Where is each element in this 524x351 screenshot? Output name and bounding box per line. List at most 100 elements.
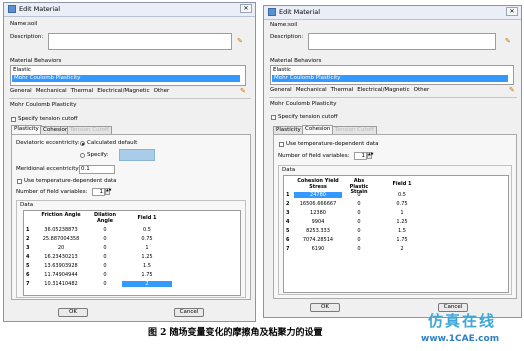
cell-plastic-strain[interactable]: 0 <box>344 192 374 198</box>
behaviors-list[interactable]: Elastic Mohr Coulomb Plasticity <box>270 65 514 85</box>
cell-field1[interactable]: 1.5 <box>380 228 424 234</box>
cell-dilation[interactable]: 0 <box>90 236 120 242</box>
divider <box>9 98 251 99</box>
row-number: 4 <box>286 219 290 225</box>
cell-cohesion-selected[interactable]: 24780 <box>294 192 342 198</box>
edit-pencil-icon[interactable]: ✎ <box>505 38 511 45</box>
cell-cohesion[interactable]: 12380 <box>294 210 342 216</box>
cell-friction[interactable]: 10.31410482 <box>36 281 86 287</box>
data-table[interactable]: Friction Angle Dilation Angle Field 1 1 … <box>23 210 241 296</box>
dialog-title: Edit Material <box>19 5 61 13</box>
temp-dep-checkbox[interactable] <box>279 142 284 147</box>
field-vars-value: 1 <box>99 189 104 195</box>
behavior-item-mohr-coulomb[interactable]: Mohr Coulomb Plasticity <box>272 75 508 82</box>
menu-other[interactable]: Other <box>154 88 170 94</box>
description-field[interactable] <box>48 33 232 50</box>
edit-pencil-icon[interactable]: ✎ <box>237 38 243 45</box>
title-bar: Edit Material ✕ <box>4 3 255 17</box>
cancel-button[interactable]: Cancel <box>438 303 468 312</box>
cell-field1[interactable]: 1 <box>380 210 424 216</box>
delete-behavior-icon[interactable]: ✎ <box>240 88 246 95</box>
close-icon[interactable]: ✕ <box>506 7 518 16</box>
menu-thermal[interactable]: Thermal <box>331 87 354 93</box>
temp-dep-checkbox[interactable] <box>17 179 22 184</box>
cell-cohesion[interactable]: 8253.333 <box>294 228 342 234</box>
tab-plasticity[interactable]: Plasticity <box>273 126 304 134</box>
cell-dilation[interactable]: 0 <box>90 272 120 278</box>
field-vars-input[interactable]: 1 <box>354 152 367 160</box>
delete-behavior-icon[interactable]: ✎ <box>509 87 515 94</box>
behaviors-list[interactable]: Elastic Mohr Coulomb Plasticity <box>10 65 246 86</box>
behavior-item-mohr-coulomb[interactable]: Mohr Coulomb Plasticity <box>12 75 240 82</box>
cell-friction[interactable]: 11.74904944 <box>36 272 86 278</box>
cell-field1[interactable]: 1.75 <box>380 237 424 243</box>
ok-button[interactable]: OK <box>58 308 88 317</box>
behavior-item-elastic[interactable]: Elastic <box>273 67 291 74</box>
field-vars-input[interactable]: 1 <box>92 188 105 196</box>
cancel-button[interactable]: Cancel <box>174 308 204 317</box>
row-number: 6 <box>26 272 30 278</box>
cell-cohesion[interactable]: 7074.28514 <box>294 237 342 243</box>
cell-plastic-strain[interactable]: 0 <box>344 237 374 243</box>
meridional-input[interactable]: 0.1 <box>79 165 115 174</box>
cell-field1[interactable]: 0.5 <box>380 192 424 198</box>
cell-friction[interactable]: 13.63903928 <box>36 263 86 269</box>
field-vars-spinner[interactable]: ▲▼ <box>367 152 373 159</box>
description-field[interactable] <box>308 33 496 50</box>
cell-cohesion[interactable]: 6190 <box>294 246 342 252</box>
cell-field1-selected[interactable]: 2 <box>122 281 172 287</box>
close-icon[interactable]: ✕ <box>240 4 252 13</box>
cell-field1[interactable]: 1.25 <box>380 219 424 225</box>
tab-tension-cutoff: Tension Cutoff <box>332 126 377 134</box>
cell-friction[interactable]: 16.23430213 <box>36 254 86 260</box>
cell-field1[interactable]: 1.75 <box>122 272 172 278</box>
cell-cohesion[interactable]: 16506.666667 <box>294 201 342 207</box>
field-vars-spinner[interactable]: ▲▼ <box>105 188 111 195</box>
cell-plastic-strain[interactable]: 0 <box>344 201 374 207</box>
tab-plasticity[interactable]: Plasticity <box>11 125 42 134</box>
cell-friction[interactable]: 25.887004358 <box>36 236 86 242</box>
tab-cohesion[interactable]: Cohesion <box>302 125 334 134</box>
cell-friction[interactable]: 36.05238873 <box>36 227 86 233</box>
tension-cutoff-checkbox[interactable] <box>11 117 16 122</box>
cell-plastic-strain[interactable]: 0 <box>344 219 374 225</box>
data-table[interactable]: Cohesion Yield Stress Abs Plastic Strain… <box>283 175 509 293</box>
cell-field1[interactable]: 2 <box>380 246 424 252</box>
menu-other[interactable]: Other <box>414 87 430 93</box>
specify-radio[interactable] <box>80 153 85 158</box>
cell-dilation[interactable]: 0 <box>90 281 120 287</box>
ok-button[interactable]: OK <box>310 303 340 312</box>
menu-electrical[interactable]: Electrical/Magnetic <box>97 88 149 94</box>
menu-mechanical[interactable]: Mechanical <box>36 88 67 94</box>
menu-mechanical[interactable]: Mechanical <box>296 87 327 93</box>
tension-cutoff-checkbox[interactable] <box>271 115 276 120</box>
cell-dilation[interactable]: 0 <box>90 263 120 269</box>
calc-default-radio[interactable] <box>80 141 85 146</box>
row-number: 1 <box>26 227 30 233</box>
cell-friction[interactable]: 20 <box>36 245 86 251</box>
row-number: 2 <box>286 201 290 207</box>
row-number: 7 <box>286 246 290 252</box>
name-label: Name: <box>270 22 289 28</box>
cell-plastic-strain[interactable]: 0 <box>344 228 374 234</box>
cell-dilation[interactable]: 0 <box>90 227 120 233</box>
cell-dilation[interactable]: 0 <box>90 245 120 251</box>
cell-field1[interactable]: 0.75 <box>380 201 424 207</box>
menu-thermal[interactable]: Thermal <box>71 88 94 94</box>
cell-plastic-strain[interactable]: 0 <box>344 246 374 252</box>
cell-field1[interactable]: 1.5 <box>122 263 172 269</box>
cell-field1[interactable]: 1.25 <box>122 254 172 260</box>
specify-input <box>119 149 155 161</box>
cell-dilation[interactable]: 0 <box>90 254 120 260</box>
cell-field1[interactable]: 0.75 <box>122 236 172 242</box>
cell-cohesion[interactable]: 9904 <box>294 219 342 225</box>
row-number: 3 <box>286 210 290 216</box>
cell-field1[interactable]: 0.5 <box>122 227 172 233</box>
cell-field1[interactable]: 1 <box>122 245 172 251</box>
behavior-item-elastic[interactable]: Elastic <box>13 67 31 74</box>
cell-plastic-strain[interactable]: 0 <box>344 210 374 216</box>
menu-general[interactable]: General <box>270 87 292 93</box>
menu-electrical[interactable]: Electrical/Magnetic <box>357 87 409 93</box>
plasticity-panel: Deviatoric eccentricity: Calculated defa… <box>11 134 251 300</box>
menu-general[interactable]: General <box>10 88 32 94</box>
